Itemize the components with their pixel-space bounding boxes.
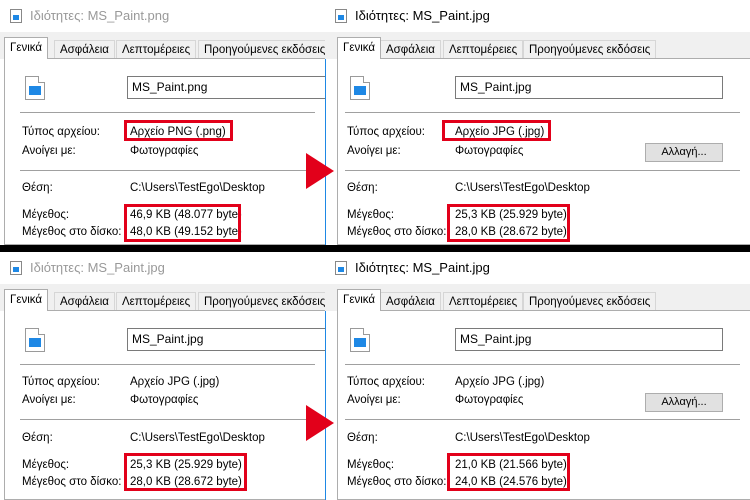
size-label: Μέγεθος: (22, 459, 70, 471)
tab-security[interactable]: Ασφάλεια (54, 292, 115, 310)
tab-details[interactable]: Λεπτομέρειες (116, 292, 197, 310)
size-highlight-box (124, 204, 241, 242)
tab-bar: Γενικά Ασφάλεια Λεπτομέρειες Προηγούμενε… (325, 284, 750, 311)
arrow-right-icon (306, 405, 334, 441)
size-highlight-box (447, 204, 570, 242)
size-on-disk-label: Μέγεθος στο δίσκο: (22, 226, 122, 238)
opens-with-label: Ανοίγει με: (22, 145, 76, 157)
separator (20, 112, 315, 113)
opens-with-value: Φωτογραφίες (455, 394, 524, 406)
type-highlight-box (124, 120, 233, 141)
location-value: C:\Users\TestEgo\Desktop (455, 432, 590, 444)
type-label: Τύπος αρχείου: (22, 376, 101, 388)
window-title: Ιδιότητες: MS_Paint.jpg (355, 8, 490, 23)
tab-general[interactable]: Γενικά (4, 289, 49, 311)
image-file-icon (350, 76, 370, 100)
type-value: Αρχείο JPG (.jpg) (130, 376, 220, 388)
tab-general[interactable]: Γενικά (337, 37, 382, 59)
type-label: Τύπος αρχείου: (347, 376, 426, 388)
tab-general[interactable]: Γενικά (337, 289, 382, 311)
separator (345, 112, 740, 113)
image-file-icon (25, 328, 45, 352)
separator (345, 419, 740, 420)
window-title: Ιδιότητες: MS_Paint.jpg (30, 260, 165, 275)
size-highlight-box (447, 453, 570, 491)
properties-window-jpg-before: Ιδιότητες: MS_Paint.jpg Γενικά Ασφάλεια … (0, 252, 325, 500)
separator (345, 364, 740, 365)
image-file-icon (350, 328, 370, 352)
opens-with-label: Ανοίγει με: (347, 145, 401, 157)
tab-details[interactable]: Λεπτομέρειες (116, 40, 197, 58)
size-highlight-box (124, 453, 247, 491)
tab-previous-versions[interactable]: Προηγούμενες εκδόσεις (523, 292, 657, 310)
properties-window-jpg-optimized: Ιδιότητες: MS_Paint.jpg Γενικά Ασφάλεια … (325, 252, 750, 500)
tab-security[interactable]: Ασφάλεια (380, 40, 441, 58)
type-label: Τύπος αρχείου: (347, 126, 426, 138)
location-value: C:\Users\TestEgo\Desktop (130, 432, 265, 444)
opens-with-label: Ανοίγει με: (347, 394, 401, 406)
file-icon (10, 9, 22, 23)
location-label: Θέση: (347, 432, 378, 444)
tab-security[interactable]: Ασφάλεια (54, 40, 115, 58)
title-bar[interactable]: Ιδιότητες: MS_Paint.png (0, 0, 325, 32)
image-file-icon (25, 76, 45, 100)
tab-details[interactable]: Λεπτομέρειες (443, 292, 524, 310)
tab-previous-versions[interactable]: Προηγούμενες εκδόσεις (198, 40, 325, 58)
separator (20, 170, 315, 171)
title-bar[interactable]: Ιδιότητες: MS_Paint.jpg (325, 252, 750, 284)
type-value: Αρχείο JPG (.jpg) (455, 376, 545, 388)
properties-window-png-original: Ιδιότητες: MS_Paint.png Γενικά Ασφάλεια … (0, 0, 325, 245)
filename-field[interactable]: MS_Paint.jpg (455, 76, 723, 99)
change-button[interactable]: Αλλαγή... (645, 143, 723, 162)
file-icon (10, 261, 22, 275)
tab-bar: Γενικά Ασφάλεια Λεπτομέρειες Προηγούμενε… (0, 284, 325, 311)
size-on-disk-label: Μέγεθος στο δίσκο: (347, 226, 447, 238)
location-value: C:\Users\TestEgo\Desktop (130, 182, 265, 194)
title-bar[interactable]: Ιδιότητες: MS_Paint.jpg (325, 0, 750, 32)
tab-general[interactable]: Γενικά (4, 37, 49, 59)
tab-details[interactable]: Λεπτομέρειες (443, 40, 524, 58)
type-highlight-box (442, 120, 551, 141)
type-label: Τύπος αρχείου: (22, 126, 101, 138)
tab-previous-versions[interactable]: Προηγούμενες εκδόσεις (198, 292, 325, 310)
filename-field[interactable]: MS_Paint.jpg (127, 328, 325, 351)
separator (345, 170, 740, 171)
tab-bar: Γενικά Ασφάλεια Λεπτομέρειες Προηγούμενε… (0, 32, 325, 59)
size-on-disk-label: Μέγεθος στο δίσκο: (347, 476, 447, 488)
size-label: Μέγεθος: (347, 459, 395, 471)
separator (20, 364, 315, 365)
size-label: Μέγεθος: (347, 209, 395, 221)
size-label: Μέγεθος: (22, 209, 70, 221)
change-button[interactable]: Αλλαγή... (645, 393, 723, 412)
filename-field[interactable]: MS_Paint.png (127, 76, 325, 99)
tab-bar: Γενικά Ασφάλεια Λεπτομέρειες Προηγούμενε… (325, 32, 750, 59)
window-title: Ιδιότητες: MS_Paint.jpg (355, 260, 490, 275)
separator (20, 419, 315, 420)
opens-with-value: Φωτογραφίες (455, 145, 524, 157)
location-label: Θέση: (347, 182, 378, 194)
title-bar[interactable]: Ιδιότητες: MS_Paint.jpg (0, 252, 325, 284)
tab-previous-versions[interactable]: Προηγούμενες εκδόσεις (523, 40, 657, 58)
location-label: Θέση: (22, 182, 53, 194)
opens-with-value: Φωτογραφίες (130, 394, 199, 406)
arrow-right-icon (306, 153, 334, 189)
window-title: Ιδιότητες: MS_Paint.png (30, 8, 170, 23)
location-label: Θέση: (22, 432, 53, 444)
opens-with-value: Φωτογραφίες (130, 145, 199, 157)
size-on-disk-label: Μέγεθος στο δίσκο: (22, 476, 122, 488)
file-icon (335, 261, 347, 275)
file-icon (335, 9, 347, 23)
properties-window-jpg-converted: Ιδιότητες: MS_Paint.jpg Γενικά Ασφάλεια … (325, 0, 750, 245)
tab-security[interactable]: Ασφάλεια (380, 292, 441, 310)
opens-with-label: Ανοίγει με: (22, 394, 76, 406)
location-value: C:\Users\TestEgo\Desktop (455, 182, 590, 194)
filename-field[interactable]: MS_Paint.jpg (455, 328, 723, 351)
